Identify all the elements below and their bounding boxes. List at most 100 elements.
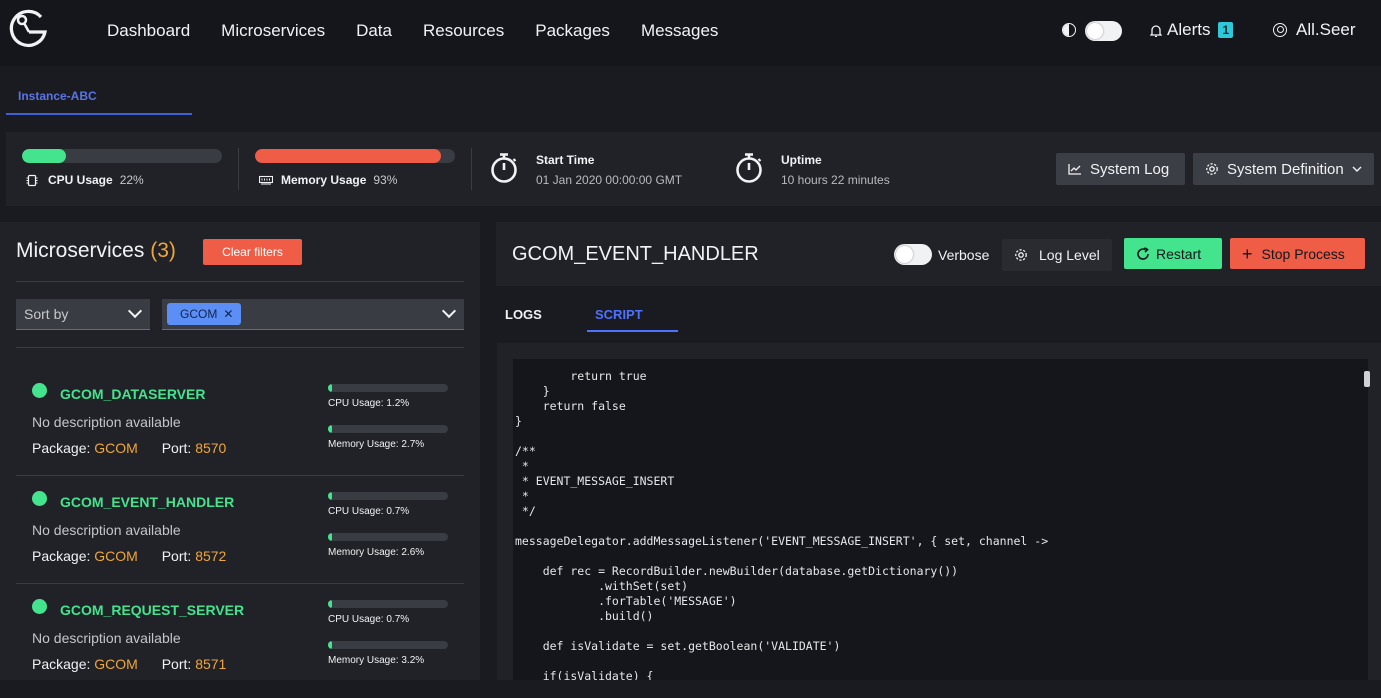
theme-toggle[interactable] [1085, 21, 1122, 41]
restart-label: Restart [1156, 245, 1202, 262]
top-navbar: Dashboard Microservices Data Resources P… [0, 0, 1381, 66]
tab-script[interactable]: SCRIPT [587, 307, 678, 332]
stopwatch-icon [491, 153, 517, 183]
cpu-usage-fill [22, 149, 66, 163]
microservices-title: Microservices (3) [16, 239, 176, 263]
uptime-label: Uptime [781, 153, 822, 167]
microservices-count: (3) [150, 239, 176, 262]
process-title: GCOM_EVENT_HANDLER [512, 243, 759, 265]
microservice-description: No description available [32, 522, 181, 538]
tab-instance-abc[interactable]: Instance-ABC [6, 78, 192, 115]
memory-usage-fill [328, 533, 333, 541]
package-value: GCOM [94, 548, 138, 564]
script-code[interactable]: return true } return false } /** * * EVE… [513, 359, 1368, 680]
port-value: 8571 [195, 656, 227, 672]
instance-tabs: Instance-ABC [0, 66, 1381, 126]
nav-dashboard[interactable]: Dashboard [107, 21, 190, 41]
start-time-label: Start Time [536, 153, 595, 167]
list-item[interactable]: GCOM_DATASERVER No description available… [16, 374, 464, 482]
chevron-down-icon [127, 303, 143, 319]
tab-logs[interactable]: LOGS [505, 307, 542, 322]
memory-icon [259, 175, 273, 185]
memory-usage-bar [328, 641, 448, 649]
status-dot [32, 599, 47, 614]
stop-process-label: Stop Process [1261, 245, 1345, 262]
divider [16, 347, 464, 348]
cpu-usage-fill [328, 492, 333, 500]
cpu-usage-bar [22, 149, 222, 163]
log-level-label: Log Level [1039, 247, 1100, 263]
divider [238, 148, 239, 190]
gear-icon [1206, 163, 1218, 175]
cpu-usage-label: CPU Usage: 0.7% [328, 506, 410, 517]
verbose-toggle[interactable] [894, 244, 932, 265]
nav-data[interactable]: Data [356, 21, 392, 41]
cpu-usage-bar [328, 600, 448, 608]
microservice-name[interactable]: GCOM_EVENT_HANDLER [60, 494, 234, 510]
alerts-label: Alerts [1167, 20, 1211, 39]
gear-icon [1015, 249, 1027, 261]
memory-usage-fill [328, 641, 333, 649]
status-dot [32, 383, 47, 398]
list-item[interactable]: GCOM_EVENT_HANDLER No description availa… [16, 482, 464, 590]
filter-chip-label: GCOM [180, 307, 218, 321]
stats-bar: CPU Usage 22% Memory Usage 93% Start Tim… [6, 132, 1381, 206]
memory-usage-fill [328, 425, 333, 433]
nav-resources[interactable]: Resources [423, 21, 504, 41]
stop-process-button[interactable]: + Stop Process [1230, 238, 1365, 269]
clear-filters-button[interactable]: Clear filters [203, 239, 302, 265]
uptime: Uptime 10 hours 22 minutes [781, 153, 890, 187]
port-label: Port: [161, 440, 192, 456]
system-log-button[interactable]: System Log [1056, 153, 1185, 185]
cpu-usage-stat: CPU Usage 22% [26, 173, 144, 187]
package-filter-select[interactable]: GCOM ✕ [162, 299, 464, 330]
verbose-label: Verbose [938, 247, 990, 263]
bell-icon [1150, 24, 1162, 37]
restart-button[interactable]: Restart [1124, 238, 1222, 269]
microservice-name[interactable]: GCOM_DATASERVER [60, 386, 205, 402]
memory-usage-label: Memory Usage [281, 173, 367, 187]
microservices-title-text: Microservices [16, 239, 145, 262]
user-menu[interactable]: All.Seer [1273, 20, 1356, 40]
microservice-meta: Package: GCOM Port: 8570 [32, 440, 226, 456]
microservice-description: No description available [32, 414, 181, 430]
main-nav: Dashboard Microservices Data Resources P… [107, 0, 749, 62]
nav-packages[interactable]: Packages [535, 21, 610, 41]
port-value: 8572 [195, 548, 227, 564]
divider [471, 148, 472, 190]
microservice-name[interactable]: GCOM_REQUEST_SERVER [60, 602, 244, 618]
divider [16, 583, 464, 584]
list-item[interactable]: GCOM_REQUEST_SERVER No description avail… [16, 590, 464, 698]
filter-chip-gcom[interactable]: GCOM ✕ [167, 303, 242, 325]
nav-microservices[interactable]: Microservices [221, 21, 325, 41]
memory-usage-bar [328, 425, 448, 433]
microservices-panel: Microservices (3) Clear filters Sort by … [0, 222, 480, 680]
package-label: Package: [32, 440, 91, 456]
script-panel: return true } return false } /** * * EVE… [497, 343, 1381, 680]
package-label: Package: [32, 656, 91, 672]
port-label: Port: [161, 548, 192, 564]
cpu-usage-fill [328, 600, 333, 608]
memory-usage-label: Memory Usage: 3.2% [328, 655, 425, 666]
user-icon [1273, 23, 1287, 37]
close-icon[interactable]: ✕ [223, 307, 233, 321]
port-label: Port: [161, 656, 192, 672]
alerts-button[interactable]: Alerts 1 [1150, 20, 1234, 40]
cpu-usage-label: CPU Usage: 1.2% [328, 398, 410, 409]
divider [16, 281, 464, 282]
cpu-usage-label: CPU Usage: 0.7% [328, 614, 410, 625]
system-definition-button[interactable]: System Definition [1193, 153, 1374, 185]
memory-usage-bar [328, 533, 448, 541]
sort-by-select[interactable]: Sort by [16, 299, 150, 330]
package-value: GCOM [94, 440, 138, 456]
script-editor[interactable]: return true } return false } /** * * EVE… [513, 359, 1368, 680]
package-value: GCOM [94, 656, 138, 672]
log-level-button[interactable]: Log Level [1002, 239, 1112, 271]
nav-messages[interactable]: Messages [641, 21, 718, 41]
system-log-label: System Log [1090, 160, 1170, 178]
app-logo-icon[interactable] [8, 8, 50, 50]
start-time: Start Time 01 Jan 2020 00:00:00 GMT [536, 153, 682, 187]
cpu-usage-fill [328, 384, 333, 392]
scrollbar-thumb[interactable] [1364, 371, 1370, 387]
cpu-usage-value: 22% [119, 173, 144, 187]
